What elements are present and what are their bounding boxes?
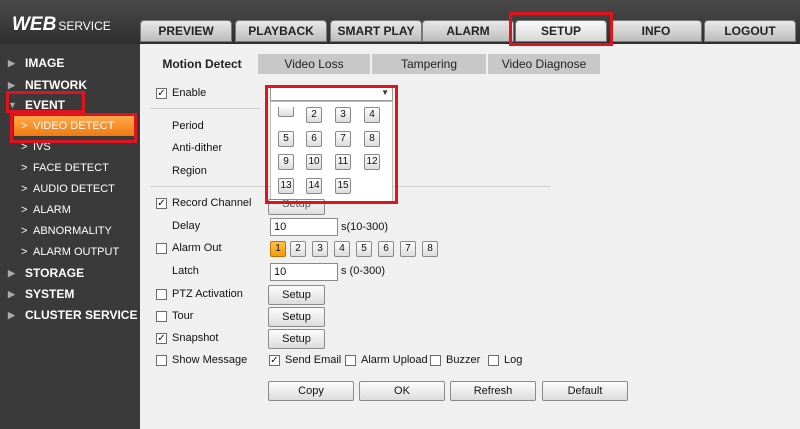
expand-arrow-icon: ▶ (8, 58, 15, 68)
channel-button[interactable]: 9 (278, 154, 294, 170)
chevron-down-icon: ▼ (381, 88, 389, 97)
subtab-motion-detect[interactable]: Motion Detect (148, 54, 256, 74)
channel-button[interactable]: 4 (364, 107, 380, 123)
channel-button[interactable]: 14 (306, 178, 322, 194)
ok-button[interactable]: OK (359, 381, 445, 401)
ptz-activation-label: PTZ Activation (172, 288, 243, 300)
record-channel-label: Record Channel (172, 197, 252, 209)
channel-button[interactable]: 7 (335, 131, 351, 147)
alarm-output-button[interactable]: 3 (312, 241, 328, 257)
alarm-output-button[interactable]: 8 (422, 241, 438, 257)
chevron-right-icon: > (21, 204, 28, 216)
expand-arrow-icon: ▶ (8, 80, 15, 90)
chevron-right-icon: > (21, 141, 28, 153)
expand-arrow-icon: ▶ (8, 310, 15, 320)
tab-alarm[interactable]: ALARM (422, 20, 514, 42)
enable-checkbox[interactable]: ✓ (156, 88, 167, 99)
snapshot-checkbox[interactable]: ✓ (156, 333, 167, 344)
show-message-label: Show Message (172, 354, 248, 366)
alarm-output-button[interactable]: 1 (270, 241, 286, 257)
logo: WEB SERVICE (12, 14, 111, 35)
chevron-right-icon: > (21, 183, 28, 195)
channel-button[interactable]: 13 (278, 178, 294, 194)
refresh-button[interactable]: Refresh (450, 381, 536, 401)
record-channel-select[interactable]: ▼ (270, 85, 393, 101)
show-message-checkbox[interactable] (156, 355, 167, 366)
channel-button[interactable]: 8 (364, 131, 380, 147)
anti-dither-label: Anti-dither (172, 142, 223, 154)
region-label: Region (172, 165, 207, 177)
channel-button[interactable]: 12 (364, 154, 380, 170)
latch-hint: s (0-300) (341, 265, 386, 277)
delay-input[interactable]: 10 (270, 218, 338, 236)
latch-label: Latch (172, 265, 199, 277)
collapse-arrow-icon: ▼ (8, 100, 17, 110)
ptz-activation-checkbox[interactable] (156, 289, 167, 300)
send-email-checkbox[interactable]: ✓ (269, 355, 280, 366)
alarm-output-button[interactable]: 4 (334, 241, 350, 257)
tab-playback[interactable]: PLAYBACK (235, 20, 327, 42)
alarm-output-button[interactable]: 5 (356, 241, 372, 257)
alarm-output-button[interactable]: 6 (378, 241, 394, 257)
record-channel-setup-button[interactable]: Setup (268, 199, 325, 215)
copy-button[interactable]: Copy (268, 381, 354, 401)
enable-label: Enable (172, 87, 207, 99)
alarm-output-button[interactable]: 2 (290, 241, 306, 257)
log-label: Log (504, 354, 523, 366)
period-label: Period (172, 120, 204, 132)
alarm-out-label: Alarm Out (172, 242, 222, 254)
tab-smart-play[interactable]: SMART PLAY (330, 20, 422, 42)
subtab-tampering[interactable]: Tampering (372, 54, 486, 74)
chevron-right-icon: > (21, 162, 28, 174)
expand-arrow-icon: ▶ (8, 268, 15, 278)
tab-setup[interactable]: SETUP (515, 20, 607, 42)
log-checkbox[interactable] (488, 355, 499, 366)
channel-button[interactable]: 10 (306, 154, 322, 170)
chevron-right-icon: > (21, 225, 28, 237)
chevron-right-icon: > (21, 120, 28, 132)
main-panel: Motion Detect Video Loss Tampering Video… (140, 44, 800, 429)
tour-label: Tour (172, 310, 194, 322)
delay-hint: s(10-300) (341, 221, 389, 233)
channel-button[interactable]: 6 (306, 131, 322, 147)
channel-1-button[interactable] (278, 107, 294, 117)
sidebar-item-video-detect[interactable]: > VIDEO DETECT (14, 116, 134, 136)
buzzer-checkbox[interactable] (430, 355, 441, 366)
alarm-upload-label: Alarm Upload (361, 354, 428, 366)
snapshot-label: Snapshot (172, 332, 219, 344)
send-email-label: Send Email (285, 354, 342, 366)
tour-checkbox[interactable] (156, 311, 167, 322)
ptz-setup-button[interactable]: Setup (268, 285, 325, 305)
divider (150, 108, 260, 109)
delay-label: Delay (172, 220, 201, 232)
record-channel-checkbox[interactable]: ✓ (156, 198, 167, 209)
tab-logout[interactable]: LOGOUT (704, 20, 796, 42)
latch-input[interactable]: 10 (270, 263, 338, 281)
top-bar: WEB SERVICE PREVIEW PLAYBACK SMART PLAY A… (0, 0, 800, 44)
chevron-right-icon: > (21, 246, 28, 258)
channel-button[interactable]: 11 (335, 154, 351, 170)
channel-button[interactable]: 5 (278, 131, 294, 147)
buzzer-label: Buzzer (446, 354, 481, 366)
channel-button[interactable]: 3 (335, 107, 351, 123)
subtab-video-diagnose[interactable]: Video Diagnose (488, 54, 600, 74)
alarm-upload-checkbox[interactable] (345, 355, 356, 366)
expand-arrow-icon: ▶ (8, 289, 15, 299)
default-button[interactable]: Default (542, 381, 628, 401)
tab-info[interactable]: INFO (610, 20, 702, 42)
tab-preview[interactable]: PREVIEW (140, 20, 232, 42)
alarm-output-button[interactable]: 7 (400, 241, 416, 257)
channel-button[interactable]: 15 (335, 178, 351, 194)
tour-setup-button[interactable]: Setup (268, 307, 325, 327)
subtab-video-loss[interactable]: Video Loss (258, 54, 370, 74)
alarm-out-checkbox[interactable] (156, 243, 167, 254)
snapshot-setup-button[interactable]: Setup (268, 329, 325, 349)
channel-button[interactable]: 2 (306, 107, 322, 123)
